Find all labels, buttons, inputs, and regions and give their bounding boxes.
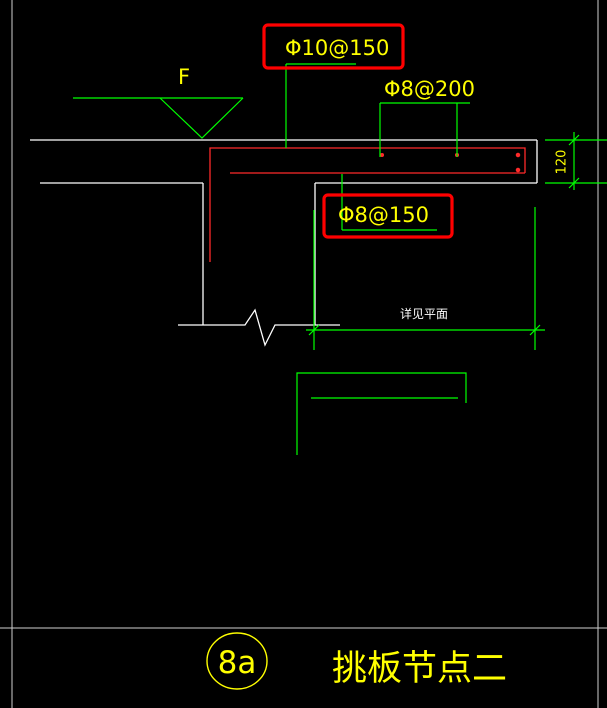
bottom-rebar-label: Φ8@150	[338, 203, 429, 227]
finish-triangle	[159, 97, 244, 139]
rebar-dot	[515, 167, 521, 173]
span-note-label: 详见平面	[400, 306, 448, 321]
drawing-frame	[0, 0, 607, 708]
detail-number: 8a	[218, 645, 257, 681]
detail-title-block: 8a 挑板节点二	[206, 632, 507, 690]
cad-drawing-canvas: F Φ10@150 Φ8@200 Φ8@150 120 详见平面 8a 挑板节点…	[0, 0, 607, 708]
top-rebar-label: Φ10@150	[285, 36, 389, 60]
rebar-shape-detail	[296, 372, 467, 455]
annotation-lines	[73, 63, 607, 455]
detail-title: 挑板节点二	[332, 649, 507, 689]
distribution-rebar-label: Φ8@200	[384, 77, 475, 101]
slab-thickness-label: 120	[555, 150, 570, 175]
drawing-labels: F Φ10@150 Φ8@200 Φ8@150 120 详见平面	[178, 36, 570, 321]
rebar-dot	[515, 152, 521, 158]
rebar-dot	[379, 152, 385, 158]
finish-label: F	[178, 65, 190, 89]
concrete-outline	[30, 139, 538, 347]
